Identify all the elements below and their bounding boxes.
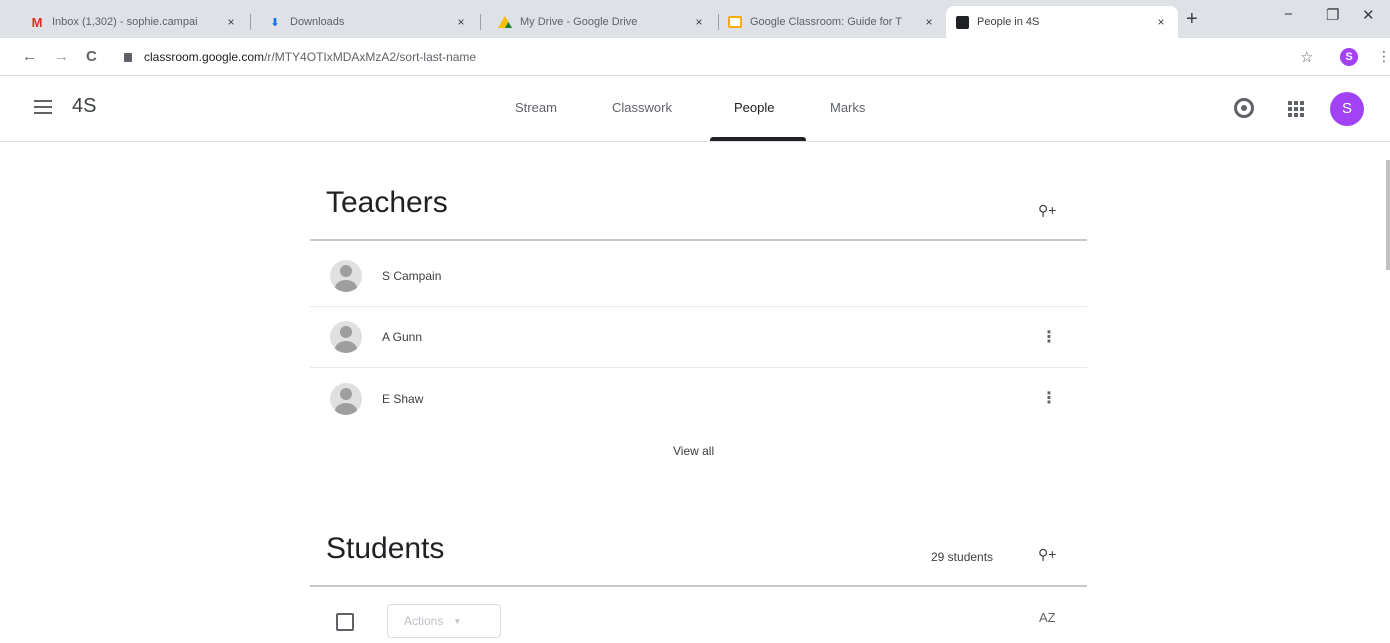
tab-classroom-guide[interactable]: Google Classroom: Guide for T × (718, 6, 946, 38)
actions-label: Actions (404, 614, 444, 628)
browser-toolbar: ← → C classroom.google.com /r/MTY4OTIxMD… (0, 38, 1390, 76)
close-icon[interactable]: × (454, 15, 468, 29)
teacher-row: S Campain (310, 246, 1087, 307)
tab-classwork[interactable]: Classwork (612, 100, 672, 115)
class-name[interactable]: 4S (72, 95, 96, 118)
classroom-icon (728, 16, 742, 28)
select-all-checkbox[interactable] (336, 613, 354, 631)
tab-title: People in 4S (977, 16, 1040, 28)
forward-button[interactable]: → (54, 48, 69, 65)
avatar-icon (330, 260, 362, 292)
tab-people-in-4s[interactable]: People in 4S × (946, 6, 1178, 38)
students-divider (310, 585, 1087, 587)
teachers-divider (310, 239, 1087, 241)
tab-drive[interactable]: My Drive - Google Drive × (488, 6, 716, 38)
close-icon[interactable]: × (224, 15, 238, 29)
address-bar[interactable]: classroom.google.com /r/MTY4OTIxMDAxMzA2… (110, 44, 1280, 70)
tab-marks[interactable]: Marks (830, 100, 865, 115)
actions-dropdown[interactable]: Actions ▼ (387, 604, 501, 638)
tab-downloads[interactable]: ⬇ Downloads × (258, 6, 478, 38)
tab-gmail[interactable]: M Inbox (1,302) - sophie.campai × (20, 6, 248, 38)
tab-title: Inbox (1,302) - sophie.campai (52, 16, 198, 28)
browser-menu-button[interactable]: ⋮ (1377, 48, 1390, 65)
teacher-name: E Shaw (382, 391, 424, 406)
close-icon[interactable]: × (922, 15, 936, 29)
close-icon[interactable]: × (692, 15, 706, 29)
sort-az-icon[interactable]: AZ (1039, 610, 1056, 625)
lock-icon (124, 52, 132, 62)
more-options-icon[interactable]: ⋮ (1041, 327, 1057, 347)
teacher-name: A Gunn (382, 330, 423, 344)
teachers-heading: Teachers (326, 186, 448, 219)
tab-stream[interactable]: Stream (515, 100, 557, 115)
active-tab-indicator (710, 137, 806, 141)
avatar-icon (330, 382, 362, 415)
settings-gear-icon[interactable] (1234, 98, 1254, 118)
tab-title: Google Classroom: Guide for T (750, 16, 903, 28)
teacher-row: E Shaw ⋮ (310, 368, 1087, 429)
drive-icon (498, 16, 512, 28)
url-path: /r/MTY4OTIxMDAxMzA2/sort-last-name (264, 50, 477, 64)
chevron-down-icon: ▼ (453, 616, 462, 626)
new-tab-button[interactable]: + (1186, 8, 1198, 31)
teacher-name: S Campain (382, 269, 442, 283)
invite-student-icon[interactable]: ⚲+ (1038, 546, 1060, 564)
people-icon (956, 15, 969, 29)
restore-button[interactable]: ❐ (1326, 6, 1339, 24)
tab-title: Downloads (290, 16, 345, 28)
view-all-link[interactable]: View all (673, 444, 714, 458)
gmail-icon: M (31, 14, 43, 30)
main-menu-icon[interactable] (34, 100, 52, 114)
teacher-row: A Gunn ⋮ (310, 307, 1087, 368)
invite-teacher-icon[interactable]: ⚲+ (1038, 202, 1060, 220)
bookmark-star-icon[interactable]: ☆ (1300, 48, 1313, 66)
classroom-header: 4S Stream Classwork People Marks S (0, 76, 1390, 142)
scrollbar-thumb[interactable] (1386, 160, 1390, 270)
download-icon: ⬇ (270, 16, 280, 29)
google-apps-icon[interactable] (1288, 101, 1304, 117)
close-icon[interactable]: × (1154, 15, 1168, 29)
tab-people[interactable]: People (734, 100, 774, 115)
tab-divider (480, 14, 481, 30)
reload-button[interactable]: C (86, 48, 97, 65)
url-domain: classroom.google.com (144, 50, 265, 64)
students-heading: Students (326, 532, 445, 565)
tab-title: My Drive - Google Drive (520, 16, 638, 28)
browser-tab-strip: M Inbox (1,302) - sophie.campai × ⬇ Down… (0, 0, 1390, 38)
account-avatar[interactable]: S (1330, 92, 1364, 126)
window-close-button[interactable]: ✕ (1362, 6, 1375, 24)
more-options-icon[interactable]: ⋮ (1041, 388, 1057, 408)
student-count: 29 students (931, 550, 994, 564)
tab-divider (250, 14, 251, 30)
minimize-button[interactable]: − (1284, 6, 1293, 23)
avatar-icon (330, 321, 362, 353)
browser-profile-avatar[interactable]: S (1340, 48, 1358, 66)
back-button[interactable]: ← (22, 48, 37, 65)
